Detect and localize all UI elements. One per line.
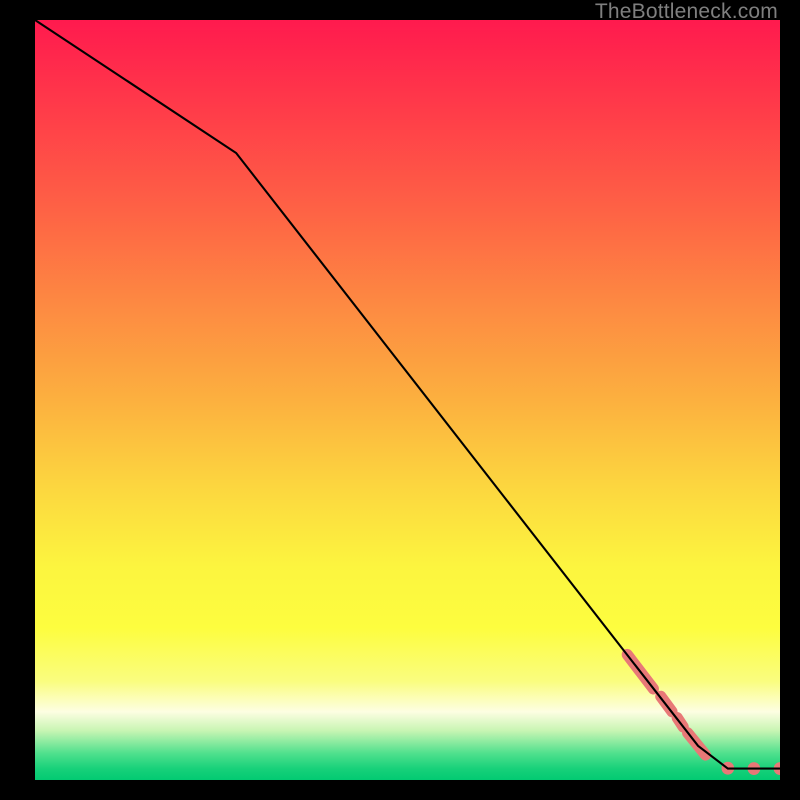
chart-plot bbox=[35, 20, 780, 780]
gradient-background bbox=[35, 20, 780, 780]
chart-stage: TheBottleneck.com bbox=[0, 0, 800, 800]
